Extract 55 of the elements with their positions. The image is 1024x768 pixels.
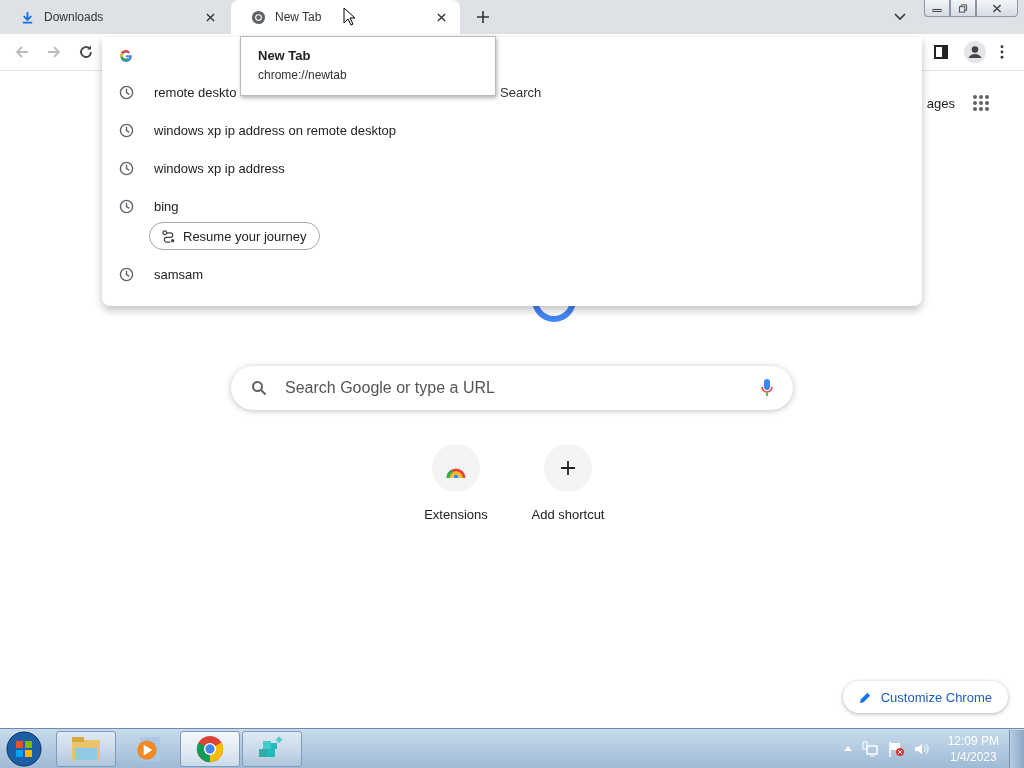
customize-button[interactable]: Customize Chrome <box>842 681 1008 713</box>
tooltip-url: chrome://newtab <box>258 68 348 82</box>
browser-tab[interactable]: New Tab <box>231 0 460 34</box>
download-icon <box>20 9 35 25</box>
mouse-cursor-icon <box>343 7 355 26</box>
search-icon <box>251 380 267 396</box>
apps-grid-icon[interactable] <box>972 94 990 112</box>
close-icon[interactable] <box>437 12 446 22</box>
close-button[interactable] <box>976 0 1018 17</box>
suggestion-item[interactable]: samsam <box>154 266 204 282</box>
suggestion-item[interactable]: remote deskto <box>154 84 237 100</box>
tab-search-icon[interactable] <box>894 13 906 21</box>
folder-icon <box>71 734 101 763</box>
flag-icon[interactable] <box>887 740 904 757</box>
suggestion-item[interactable]: windows xp ip address <box>154 160 285 176</box>
menu-icon[interactable] <box>1000 45 1004 59</box>
browser-logo-icon <box>195 734 225 763</box>
clock-icon <box>119 198 134 214</box>
close-icon <box>992 3 1002 13</box>
suggestion-item[interactable]: windows xp ip address on remote desktop <box>154 122 397 138</box>
date-text: 1/4/2023 <box>949 748 997 765</box>
clock-icon <box>119 84 134 100</box>
restore-icon <box>958 3 968 13</box>
taskbar-button[interactable] <box>180 730 240 767</box>
shortcut-label: Add shortcut <box>531 507 605 522</box>
route-icon <box>162 229 175 243</box>
shortcut-tile[interactable] <box>432 444 480 492</box>
microphone-icon[interactable] <box>761 379 773 397</box>
clock-icon <box>119 160 134 176</box>
tab-title: Downloads <box>44 10 104 24</box>
tooltip-title: New Tab <box>258 48 312 63</box>
pencil-icon <box>858 690 872 704</box>
clock-icon <box>119 266 134 282</box>
close-icon[interactable] <box>206 12 215 22</box>
time-text: 12:09 PM <box>947 732 999 749</box>
g-logo-icon <box>119 48 133 62</box>
shortcut-tile[interactable] <box>544 444 592 492</box>
browser-tab[interactable]: Downloads <box>0 0 229 34</box>
suggestion-item[interactable]: bing <box>154 198 179 214</box>
browser-logo-icon <box>251 9 266 25</box>
shortcut-label: Extensions <box>424 507 488 522</box>
suggestion-text: Search <box>500 84 542 100</box>
journey-chip[interactable]: Resume your journey <box>149 222 320 250</box>
search-field[interactable]: Search Google or type a URL <box>283 378 761 398</box>
start-button[interactable] <box>6 730 42 767</box>
profile-icon[interactable] <box>964 41 986 63</box>
plus-icon <box>561 461 575 475</box>
side-panel-icon[interactable] <box>934 45 948 59</box>
clock-icon <box>119 122 134 138</box>
tab-title: New Tab <box>275 10 322 24</box>
new-tab-icon[interactable] <box>477 11 489 23</box>
minimize-button[interactable] <box>924 0 950 17</box>
reload-icon[interactable] <box>78 44 94 60</box>
restore-button[interactable] <box>950 0 976 17</box>
images-link[interactable]: ages <box>926 95 955 111</box>
